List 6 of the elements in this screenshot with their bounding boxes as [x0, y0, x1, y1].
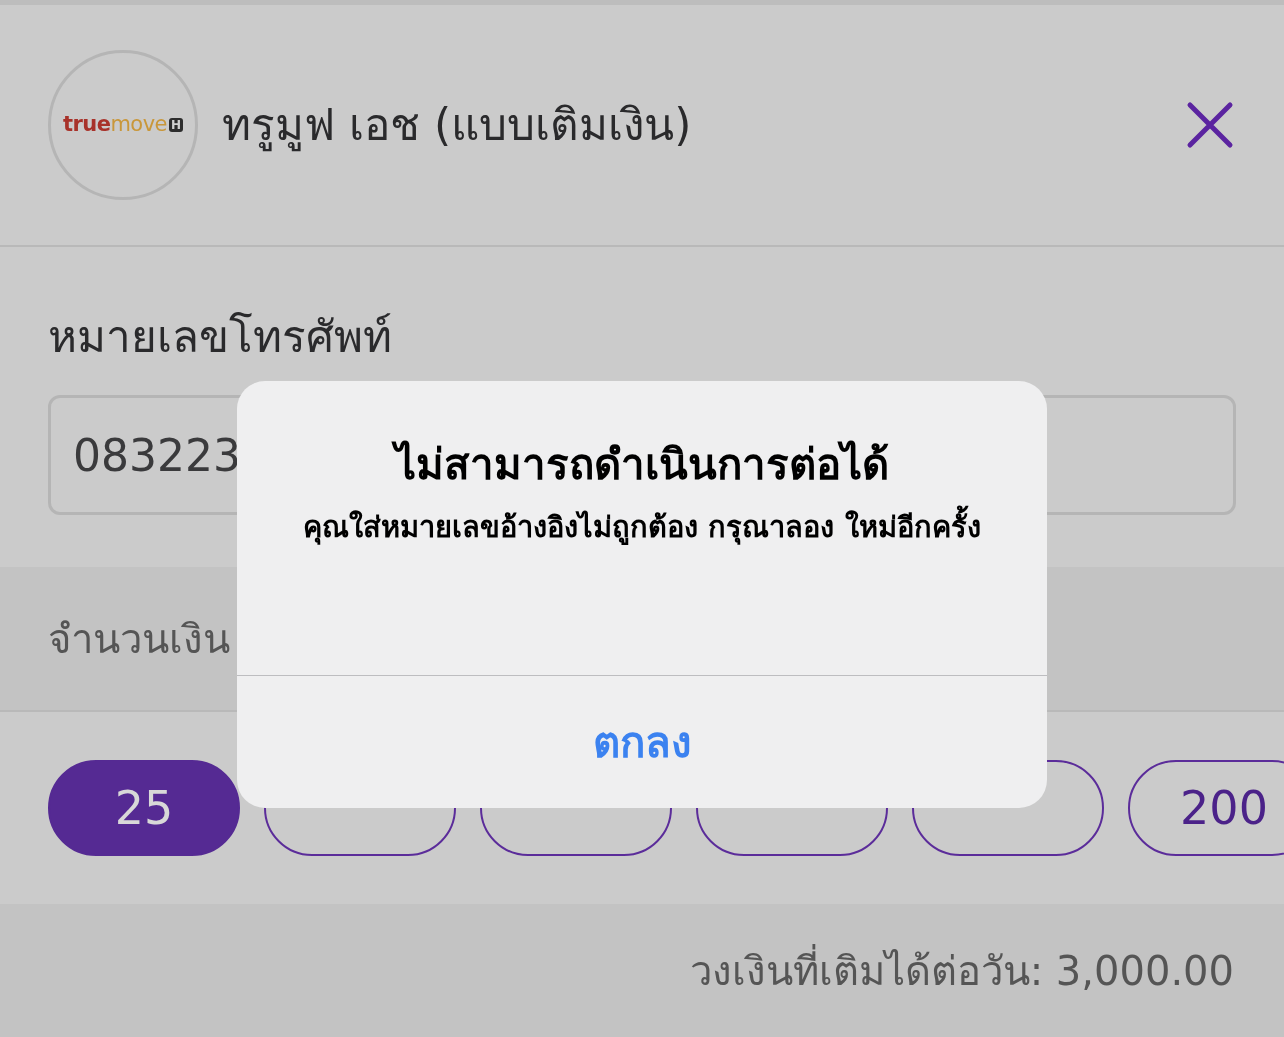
logo: truemove H [48, 50, 198, 200]
phone-label: หมายเลขโทรศัพท์ [48, 310, 393, 364]
alert-message: คุณใส่หมายเลขอ้างอิงไม่ถูกต้อง กรุณาลอง ใหม่อีกครั้ง [302, 501, 982, 553]
amount-label: จำนวนเงิน [48, 614, 230, 664]
daily-limit: วงเงินที่เติมได้ต่อวัน: 3,000.00 [689, 940, 1234, 1001]
provider-title: ทรูมูฟ เอช (แบบเติมเงิน) [222, 98, 692, 154]
